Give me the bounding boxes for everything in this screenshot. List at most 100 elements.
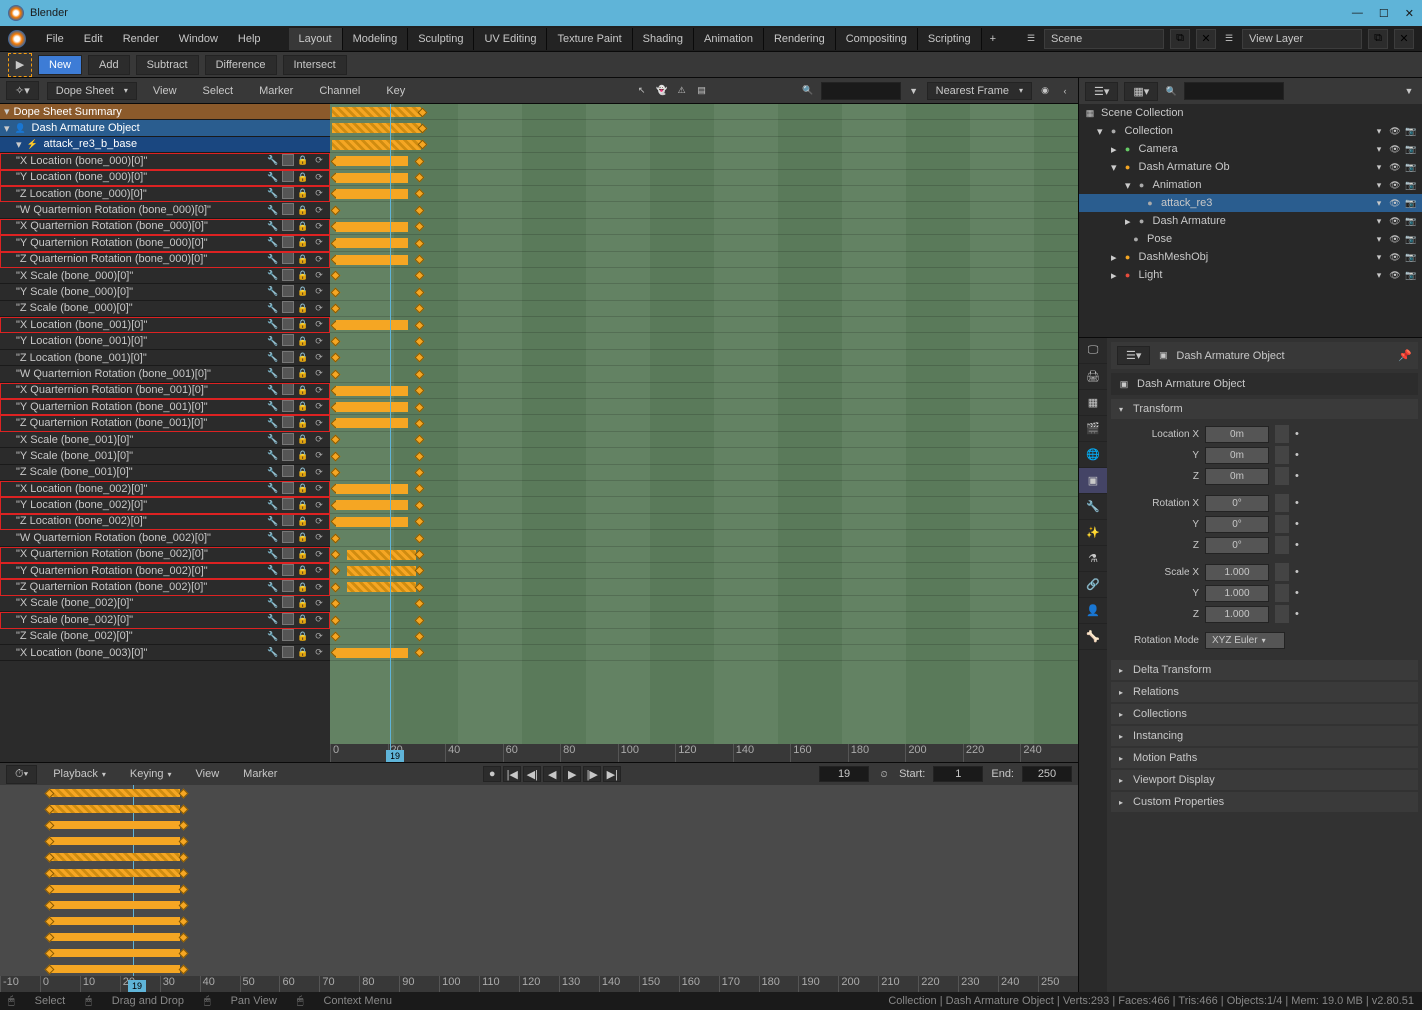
eye-icon[interactable]: 👁 (1388, 214, 1402, 228)
subtract-button[interactable]: Subtract (136, 55, 199, 75)
modifier-icon[interactable]: ⟳ (312, 269, 326, 283)
panel-header[interactable]: Instancing (1111, 726, 1418, 746)
lock-icon[interactable]: 🔒 (296, 285, 310, 299)
jump-start-button[interactable]: |◀ (503, 766, 521, 782)
prop-tab-modifiers[interactable]: 🔧 (1079, 494, 1107, 520)
mute-checkbox[interactable] (282, 547, 294, 559)
modifier-icon[interactable]: ⟳ (312, 433, 326, 447)
transform-panel-header[interactable]: Transform (1111, 399, 1418, 419)
rotation-y-input[interactable]: 0° (1205, 516, 1269, 533)
mute-checkbox[interactable] (282, 646, 294, 658)
timeline-body[interactable]: -100102030405060708090100110120130140150… (0, 785, 1078, 992)
anim-dot-icon[interactable]: • (1295, 449, 1299, 461)
dope-object-row[interactable]: ▾👤Dash Armature Object (0, 120, 330, 136)
location-z-input[interactable]: 0m (1205, 468, 1269, 485)
modifier-icon[interactable]: ⟳ (312, 613, 326, 627)
wrench-icon[interactable]: 🔧 (266, 301, 280, 315)
dope-search-input[interactable] (821, 82, 901, 100)
wrench-icon[interactable]: 🔧 (266, 400, 280, 414)
modifier-icon[interactable]: ⟳ (312, 219, 326, 233)
play-button[interactable]: ▶ (563, 766, 581, 782)
panel-header[interactable]: Custom Properties (1111, 792, 1418, 812)
channel-row[interactable]: "Z Location (bone_001)[0]" 🔧 🔒 ⟳ (0, 350, 330, 366)
summary-toggle-icon[interactable]: ▤ (695, 84, 709, 98)
lock-icon[interactable] (1275, 536, 1289, 554)
channel-row[interactable]: "X Quarternion Rotation (bone_001)[0]" 🔧… (0, 383, 330, 399)
wrench-icon[interactable]: 🔧 (266, 514, 280, 528)
wrench-icon[interactable]: 🔧 (266, 465, 280, 479)
modifier-icon[interactable]: ⟳ (312, 334, 326, 348)
modifier-icon[interactable]: ⟳ (312, 187, 326, 201)
prop-tab-viewlayer[interactable]: ▦ (1079, 390, 1107, 416)
prop-tab-constraints[interactable]: 🔗 (1079, 572, 1107, 598)
channel-row[interactable]: "Y Quarternion Rotation (bone_000)[0]" 🔧… (0, 235, 330, 251)
camera-icon[interactable]: 📷 (1404, 124, 1418, 138)
prev-key-button[interactable]: ◀| (523, 766, 541, 782)
mute-checkbox[interactable] (282, 580, 294, 592)
tl-ruler[interactable]: -100102030405060708090100110120130140150… (0, 976, 1078, 992)
channel-row[interactable]: "X Scale (bone_001)[0]" 🔧 🔒 ⟳ (0, 432, 330, 448)
prop-tab-data[interactable]: 👤 (1079, 598, 1107, 624)
mute-checkbox[interactable] (282, 301, 294, 313)
modifier-icon[interactable]: ⟳ (312, 416, 326, 430)
modifier-icon[interactable]: ⟳ (312, 564, 326, 578)
outliner-item[interactable]: ●attack_re3 ▾ 👁 📷 (1079, 194, 1422, 212)
mute-checkbox[interactable] (282, 416, 294, 428)
wrench-icon[interactable]: 🔧 (266, 449, 280, 463)
wrench-icon[interactable]: 🔧 (266, 596, 280, 610)
lock-icon[interactable]: 🔒 (296, 547, 310, 561)
outliner-search-input[interactable] (1184, 82, 1284, 100)
wrench-icon[interactable]: 🔧 (266, 498, 280, 512)
eye-icon[interactable]: 👁 (1388, 250, 1402, 264)
filter-icon[interactable]: ▼ (907, 84, 921, 98)
tl-current-frame[interactable]: 19 (128, 980, 146, 992)
camera-icon[interactable]: 📷 (1404, 268, 1418, 282)
tab-modeling[interactable]: Modeling (343, 28, 409, 50)
lock-icon[interactable]: 🔒 (296, 465, 310, 479)
prop-tab-particles[interactable]: ✨ (1079, 520, 1107, 546)
exclude-icon[interactable]: ▾ (1372, 142, 1386, 156)
modifier-icon[interactable]: ⟳ (312, 400, 326, 414)
modifier-icon[interactable]: ⟳ (312, 596, 326, 610)
mute-checkbox[interactable] (282, 498, 294, 510)
channel-row[interactable]: "X Location (bone_002)[0]" 🔧 🔒 ⟳ (0, 481, 330, 497)
wrench-icon[interactable]: 🔧 (266, 580, 280, 594)
channel-row[interactable]: "Z Scale (bone_001)[0]" 🔧 🔒 ⟳ (0, 465, 330, 481)
exclude-icon[interactable]: ▾ (1372, 196, 1386, 210)
panel-header[interactable]: Delta Transform (1111, 660, 1418, 680)
outliner-tree[interactable]: ▦Scene Collection ▾●Collection ▾ 👁 📷 ▸●C… (1079, 104, 1422, 337)
lock-icon[interactable]: 🔒 (296, 613, 310, 627)
tab-layout[interactable]: Layout (289, 28, 343, 50)
tl-view-menu[interactable]: View (188, 765, 228, 783)
exclude-icon[interactable]: ▾ (1372, 214, 1386, 228)
scene-delete-button[interactable]: ✕ (1196, 29, 1216, 49)
timeline-editor-dropdown[interactable]: ⏱▾ (6, 765, 37, 784)
lock-icon[interactable] (1275, 584, 1289, 602)
prop-tab-object[interactable]: ▣ (1079, 468, 1107, 494)
channel-row[interactable]: "Z Quarternion Rotation (bone_000)[0]" 🔧… (0, 252, 330, 268)
modifier-icon[interactable]: ⟳ (312, 547, 326, 561)
lock-icon[interactable] (1275, 446, 1289, 464)
modifier-icon[interactable]: ⟳ (312, 301, 326, 315)
lock-icon[interactable]: 🔒 (296, 203, 310, 217)
modifier-icon[interactable]: ⟳ (312, 351, 326, 365)
lock-icon[interactable]: 🔒 (296, 187, 310, 201)
modifier-icon[interactable]: ⟳ (312, 203, 326, 217)
lock-icon[interactable] (1275, 515, 1289, 533)
wrench-icon[interactable]: 🔧 (266, 334, 280, 348)
select-tool-icon[interactable]: ▶ (8, 53, 32, 77)
lock-icon[interactable]: 🔒 (296, 498, 310, 512)
prop-tab-scene[interactable]: 🎬 (1079, 416, 1107, 442)
outliner-item[interactable]: ▸●DashMeshObj ▾ 👁 📷 (1079, 248, 1422, 266)
outliner-editor-dropdown[interactable]: ☰▾ (1085, 82, 1118, 101)
tab-scripting[interactable]: Scripting (918, 28, 982, 50)
scene-copy-button[interactable]: ⧉ (1170, 29, 1190, 49)
mute-checkbox[interactable] (282, 351, 294, 363)
wrench-icon[interactable]: 🔧 (266, 613, 280, 627)
mute-checkbox[interactable] (282, 433, 294, 445)
frame-ruler[interactable]: 020406080100120140160180200220240 (330, 744, 1078, 762)
menu-file[interactable]: File (38, 30, 72, 48)
channel-row[interactable]: "Z Quarternion Rotation (bone_001)[0]" 🔧… (0, 415, 330, 431)
lock-icon[interactable] (1275, 563, 1289, 581)
lock-icon[interactable] (1275, 425, 1289, 443)
